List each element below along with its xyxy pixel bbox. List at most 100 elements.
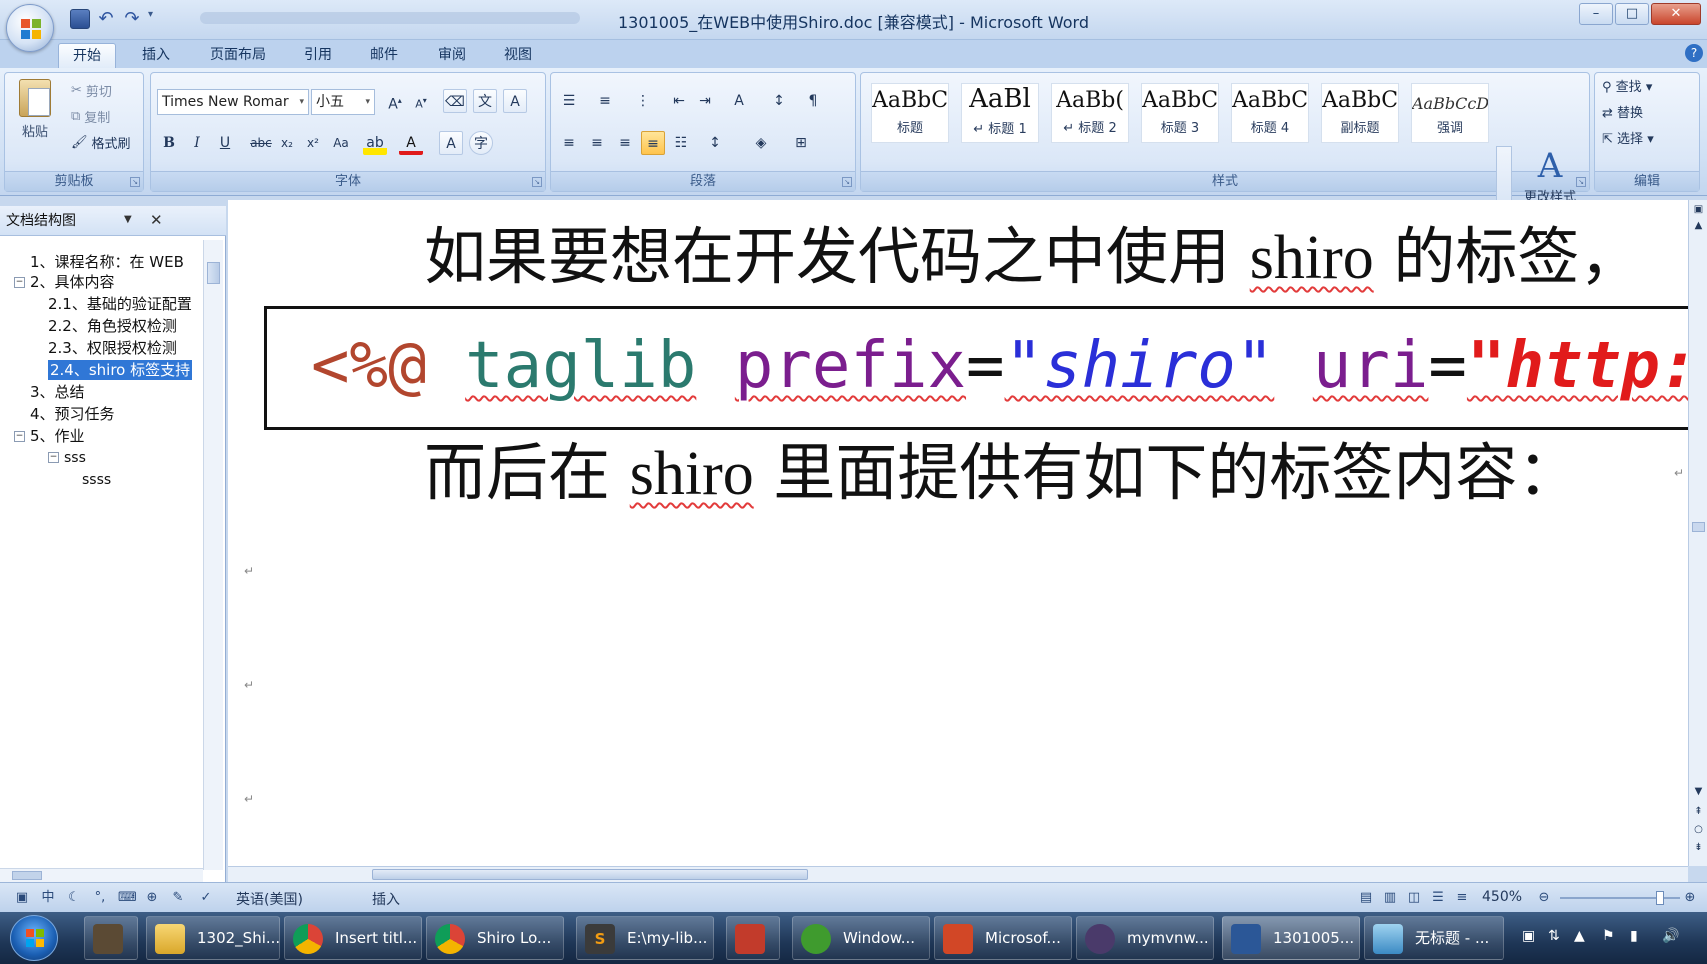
chevron-down-icon[interactable]: ▼ xyxy=(124,214,132,225)
document-page[interactable]: 如果要想在开发代码之中使用 shiro 的标签， 而后在 shiro 里面提供有… xyxy=(228,200,1688,866)
tab-mailings[interactable]: 邮件 xyxy=(356,43,412,68)
phonetic-guide-icon[interactable]: 文 xyxy=(473,89,497,113)
align-right-icon[interactable]: ≡ xyxy=(613,131,637,155)
outline-view-icon[interactable]: ☰ xyxy=(1430,890,1446,906)
document-vertical-scrollbar[interactable]: ▣ ▲ ▼ ⇞ ○ ⇟ xyxy=(1688,200,1707,866)
language-indicator[interactable]: 英语(美国) xyxy=(236,889,303,909)
bold-icon[interactable]: B xyxy=(157,131,181,155)
copy-button[interactable]: ⧉ 复制 xyxy=(71,107,110,126)
clear-format-icon[interactable]: ⌫ xyxy=(443,89,467,113)
nav-item-homework[interactable]: 5、作业 xyxy=(30,426,85,446)
scroll-thumb[interactable] xyxy=(12,871,42,880)
italic-icon[interactable]: I xyxy=(185,131,209,155)
taskbar-pinned-app-2[interactable] xyxy=(726,916,780,960)
maximize-button[interactable]: □ xyxy=(1615,3,1649,25)
tray-arrows-icon[interactable]: ⇅ xyxy=(1548,928,1560,944)
full-screen-reading-icon[interactable]: ▥ xyxy=(1382,890,1398,906)
shading-icon[interactable]: ◈ xyxy=(749,131,773,155)
taskbar-item-eclipse[interactable]: mymvnw... xyxy=(1076,916,1214,960)
scroll-down-icon[interactable]: ▼ xyxy=(1691,784,1706,799)
close-icon[interactable]: ✕ xyxy=(150,211,163,229)
zoom-out-icon[interactable]: ⊖ xyxy=(1536,890,1552,906)
tab-review[interactable]: 审阅 xyxy=(424,43,480,68)
zoom-level[interactable]: 450% xyxy=(1482,889,1522,905)
enclose-char-icon[interactable]: 字 xyxy=(469,131,493,155)
style-tile-heading-3[interactable]: AaBbC 标题 3 xyxy=(1141,83,1219,143)
insert-mode-indicator[interactable]: 插入 xyxy=(372,889,400,909)
numbering-icon[interactable]: ≡ xyxy=(593,89,617,113)
ime-symbol-icon[interactable]: ⊕ xyxy=(144,890,160,906)
clipboard-launcher-icon[interactable]: ↘ xyxy=(130,177,140,187)
code-block[interactable]: <%@ taglib prefix="shiro" uri="http:/ xyxy=(264,306,1707,430)
nav-item-2-4[interactable]: 2.4、shiro 标签支持 xyxy=(48,360,193,380)
tray-flag-icon[interactable]: ⚑ xyxy=(1602,928,1615,944)
zoom-slider-thumb[interactable] xyxy=(1656,891,1664,905)
nav-item-2-3[interactable]: 2.3、权限授权检测 xyxy=(48,338,177,358)
start-button[interactable] xyxy=(10,915,58,961)
taskbar-item-powerpoint[interactable]: Microsof... xyxy=(934,916,1072,960)
scroll-thumb[interactable] xyxy=(1692,522,1705,532)
style-tile-heading-2[interactable]: AaBb( ↵ 标题 2 xyxy=(1051,83,1129,143)
doc-paragraph-1[interactable]: 如果要想在开发代码之中使用 shiro 的标签， xyxy=(424,206,1641,296)
document-horizontal-scrollbar[interactable] xyxy=(228,866,1688,882)
tray-expand-icon[interactable]: ▲ xyxy=(1574,928,1585,944)
bullets-icon[interactable]: ☰ xyxy=(557,89,581,113)
cut-button[interactable]: ✂ 剪切 xyxy=(71,81,112,100)
draft-view-icon[interactable]: ≡ xyxy=(1454,890,1470,906)
next-page-icon[interactable]: ⇟ xyxy=(1691,840,1706,855)
tray-ime-icon[interactable]: ▣ xyxy=(1522,928,1535,944)
grow-font-icon[interactable]: A▴ xyxy=(383,89,407,113)
change-styles-button[interactable]: A 更改样式 xyxy=(1518,146,1582,205)
nav-item-2-2[interactable]: 2.2、角色授权检测 xyxy=(48,316,177,336)
ime-tools-icon[interactable]: ✎ xyxy=(170,890,186,906)
ime-punct-icon[interactable]: °, xyxy=(92,890,108,906)
tray-volume-icon[interactable]: 🔊 xyxy=(1662,928,1679,944)
nav-view-select[interactable]: 文档结构图 xyxy=(6,210,138,232)
collapse-icon[interactable]: − xyxy=(14,277,25,288)
style-tile-emphasis[interactable]: AaBbCcD 强调 xyxy=(1411,83,1489,143)
tab-references[interactable]: 引用 xyxy=(290,43,346,68)
style-tile-heading-1[interactable]: AaBl ↵ 标题 1 xyxy=(961,83,1039,143)
scroll-thumb[interactable] xyxy=(207,262,220,284)
nav-item-course-name[interactable]: 1、课程名称：在 WEB xyxy=(30,252,184,272)
prev-page-icon[interactable]: ⇞ xyxy=(1691,804,1706,819)
spelling-check-icon[interactable]: ✓ xyxy=(198,890,214,906)
tray-network-icon[interactable]: ▮ xyxy=(1630,928,1638,944)
nav-horizontal-scrollbar[interactable] xyxy=(0,868,203,882)
distributed-icon[interactable]: ☷ xyxy=(669,131,693,155)
tab-insert[interactable]: 插入 xyxy=(128,43,184,68)
doc-paragraph-3[interactable]: 而后在 shiro 里面提供有如下的标签内容： xyxy=(424,422,1579,512)
align-left-icon[interactable]: ≡ xyxy=(557,131,581,155)
nav-item-preview[interactable]: 4、预习任务 xyxy=(30,404,115,424)
superscript-icon[interactable]: x² xyxy=(301,131,325,155)
paste-button[interactable]: 粘贴 xyxy=(11,79,59,140)
sort-icon[interactable]: ↕ xyxy=(767,89,791,113)
taskbar-item-sublime[interactable]: S E:\my-lib... xyxy=(576,916,714,960)
tab-page-layout[interactable]: 页面布局 xyxy=(196,43,280,68)
char-shading-icon[interactable]: A xyxy=(439,131,463,155)
nav-item-2-1[interactable]: 2.1、基础的验证配置 xyxy=(48,294,192,314)
print-layout-icon[interactable]: ▤ xyxy=(1358,890,1374,906)
taskbar-item-chrome-1[interactable]: Insert titl... xyxy=(284,916,422,960)
nav-item-content[interactable]: 2、具体内容 xyxy=(30,272,115,292)
ime-keyboard-icon[interactable]: ⌨ xyxy=(118,890,137,906)
subscript-icon[interactable]: x₂ xyxy=(275,131,299,155)
scroll-up-icon[interactable]: ▲ xyxy=(1691,218,1706,233)
taskbar-item-chrome-2[interactable]: Shiro Lo... xyxy=(426,916,564,960)
style-tile-title[interactable]: AaBbC 标题 xyxy=(871,83,949,143)
ime-moon-icon[interactable]: ☾ xyxy=(66,890,82,906)
font-size-select[interactable]: 小五 ▾ xyxy=(311,89,375,115)
ruler-toggle-icon[interactable]: ▣ xyxy=(1691,202,1706,217)
tab-home[interactable]: 开始 xyxy=(58,43,116,68)
decrease-indent-icon[interactable]: ⇤ xyxy=(667,89,691,113)
web-layout-icon[interactable]: ◫ xyxy=(1406,890,1422,906)
borders-icon[interactable]: ⊞ xyxy=(789,131,813,155)
change-case-icon[interactable]: Aa xyxy=(329,131,353,155)
multilevel-list-icon[interactable]: ⋮ xyxy=(631,89,655,113)
find-button[interactable]: ⚲ 查找 ▾ xyxy=(1602,76,1652,95)
taskbar-item-word[interactable]: 1301005... xyxy=(1222,916,1360,960)
taskbar-item-paint[interactable]: 无标题 - ... xyxy=(1364,916,1504,960)
minimize-button[interactable]: – xyxy=(1579,3,1613,25)
show-marks-icon[interactable]: ¶ xyxy=(801,89,825,113)
ime-chinese-icon[interactable]: 中 xyxy=(40,890,56,906)
